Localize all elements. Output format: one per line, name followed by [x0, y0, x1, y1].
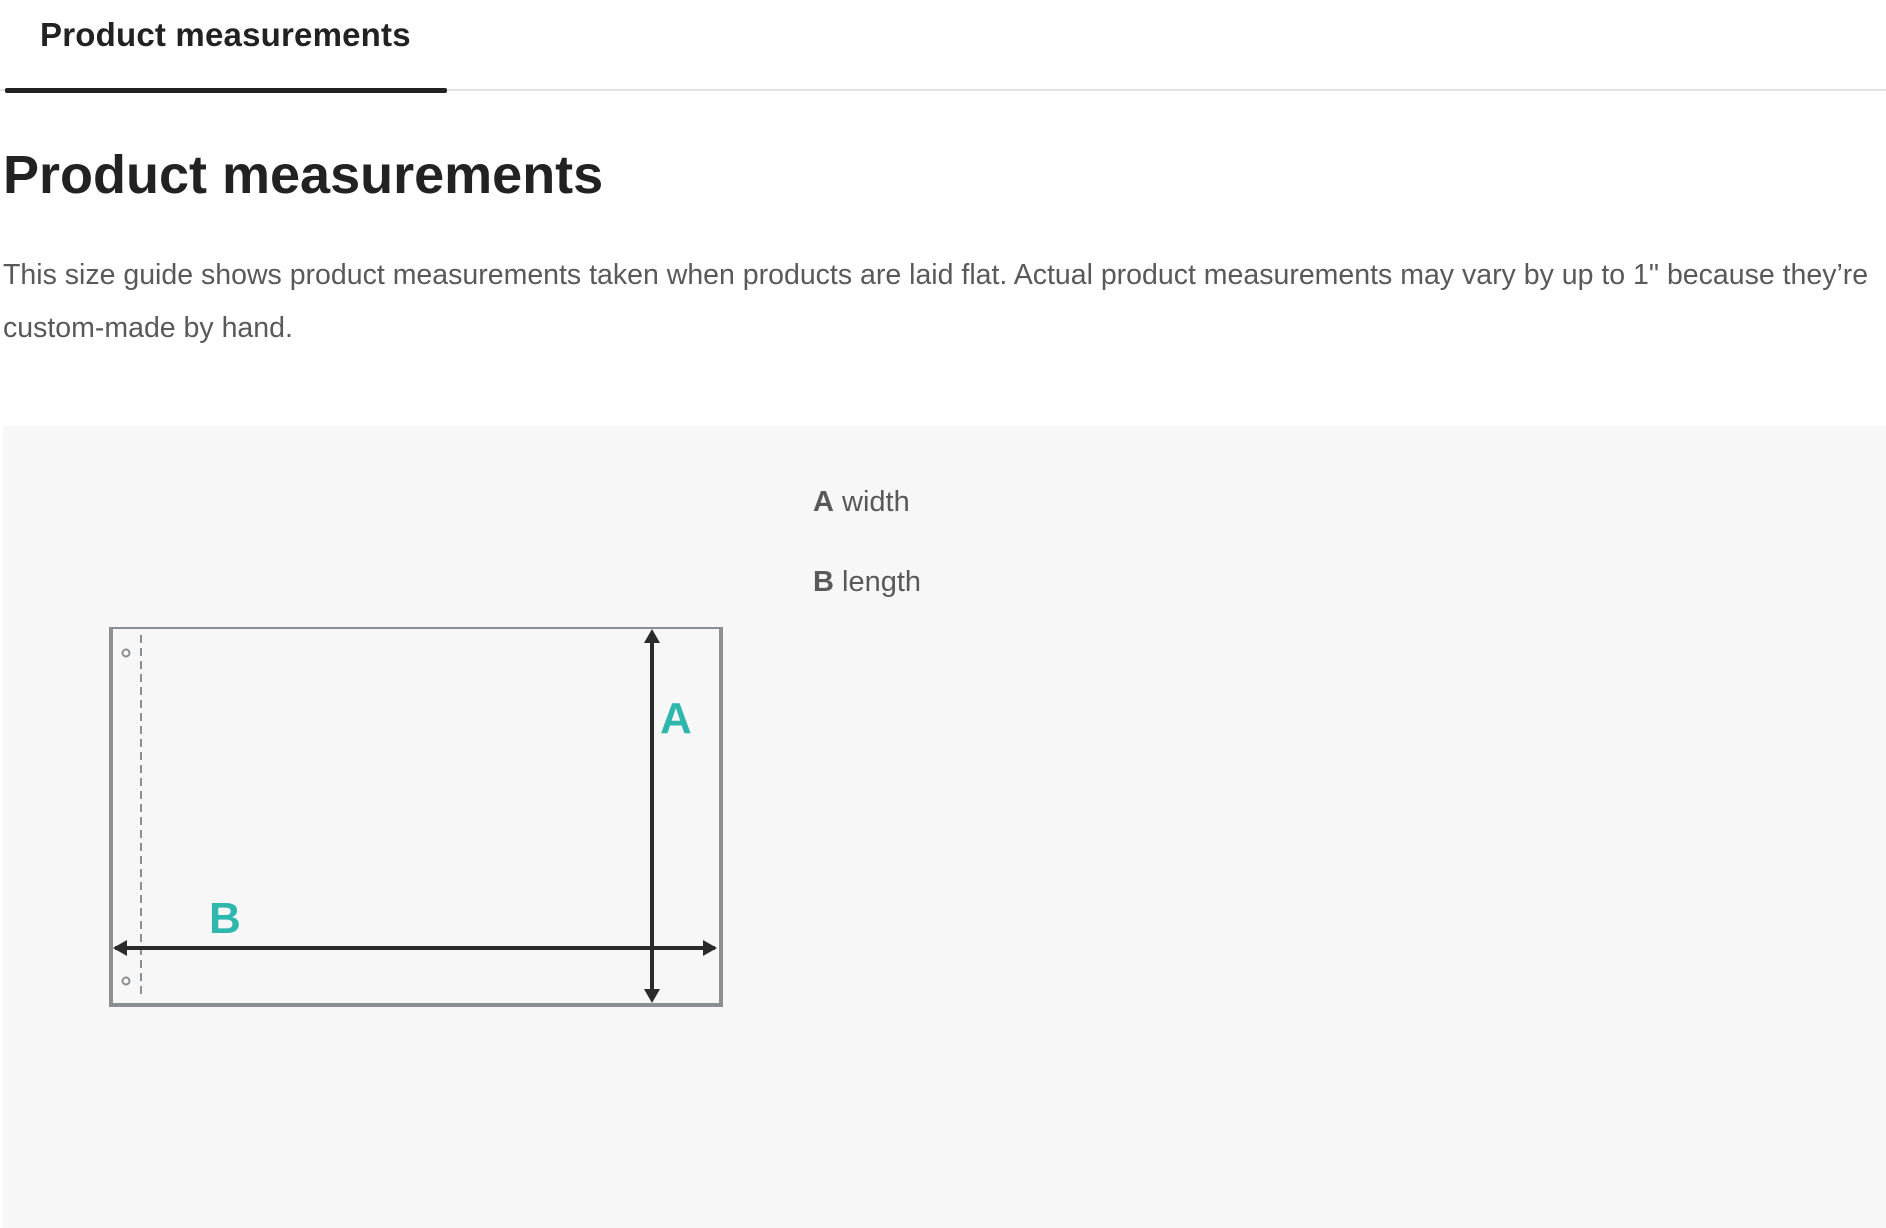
active-tab-indicator	[5, 88, 447, 93]
product-measurement-diagram: A B	[109, 627, 723, 1007]
tab-label: Product measurements	[40, 16, 411, 53]
tab-product-measurements[interactable]: Product measurements	[5, 0, 447, 93]
legend-key-b: B	[813, 566, 834, 598]
legend-label-width: width	[842, 486, 910, 518]
legend-item-width: A width	[813, 486, 910, 519]
size-guide-description: This size guide shows product measuremen…	[3, 259, 1869, 344]
legend-item-length: B length	[813, 566, 921, 599]
length-arrow	[113, 940, 717, 956]
diagram-label-a: A	[660, 694, 692, 743]
measurement-guide-panel: A width B length A B	[3, 426, 1886, 1228]
top-rivet-icon	[121, 648, 131, 658]
legend-label-length: length	[842, 566, 922, 598]
legend-key-a: A	[813, 486, 834, 518]
page-title: Product measurements	[3, 145, 604, 205]
diagram-label-b: B	[209, 894, 241, 943]
bottom-rivet-icon	[121, 976, 131, 986]
tab-bar: Product measurements	[0, 0, 1886, 93]
